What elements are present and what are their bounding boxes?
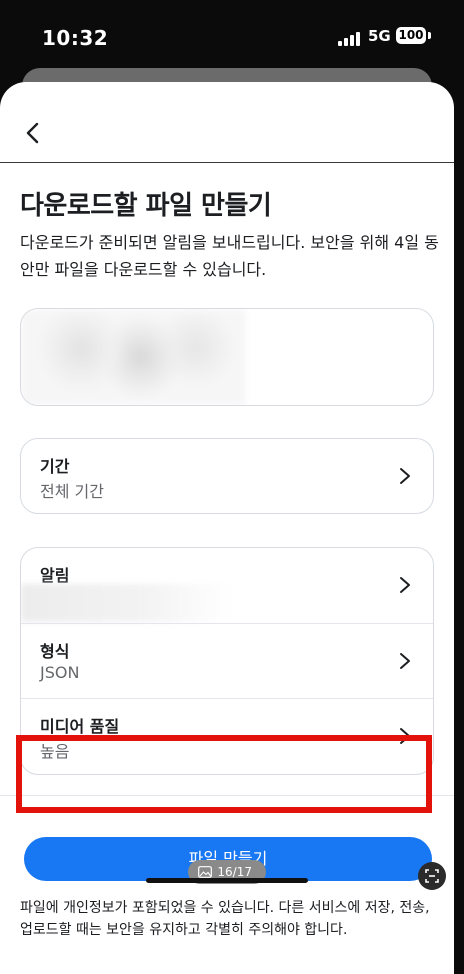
signal-icon (338, 30, 364, 46)
media-quality-label: 미디어 품질 (40, 717, 120, 736)
back-button[interactable] (20, 120, 46, 146)
network-type: 5G (368, 27, 391, 45)
highlight-annotation (16, 735, 432, 813)
account-card (20, 308, 434, 406)
image-icon (198, 866, 212, 878)
chevron-right-icon (400, 577, 410, 593)
period-row[interactable]: 기간 전체 기간 (21, 439, 433, 513)
redacted-notification-value (21, 584, 231, 622)
period-value: 전체 기간 (40, 482, 104, 501)
battery-tip (428, 32, 431, 39)
format-row[interactable]: 형식 JSON (21, 624, 433, 698)
battery-icon: 100 (396, 27, 426, 44)
home-indicator[interactable] (146, 878, 308, 883)
page-indicator-text: 16/17 (217, 865, 252, 879)
chevron-right-icon (400, 653, 410, 669)
redacted-account-info (21, 309, 246, 405)
privacy-notice: 파일에 개인정보가 포함되었을 수 있습니다. 다른 서비스에 저장, 전송, … (20, 900, 430, 938)
period-card: 기간 전체 기간 (20, 438, 434, 514)
notification-label: 알림 (40, 566, 70, 585)
header-divider (0, 162, 454, 163)
status-time: 10:32 (42, 26, 109, 50)
period-label: 기간 (40, 457, 70, 476)
lens-icon[interactable] (418, 862, 446, 890)
format-value: JSON (40, 663, 80, 682)
scan-icon (425, 869, 439, 883)
chevron-left-icon (26, 122, 39, 144)
notification-row[interactable]: 알림 (21, 548, 433, 622)
format-label: 형식 (40, 642, 70, 661)
page-description: 다운로드가 준비되면 알림을 보내드립니다. 보안을 위해 4일 동안만 파일을… (20, 233, 439, 279)
chevron-right-icon (400, 468, 410, 484)
page-title: 다운로드할 파일 만들기 (20, 191, 272, 221)
status-bar: 10:32 5G 100 (0, 0, 464, 72)
download-sheet: 다운로드할 파일 만들기 다운로드가 준비되면 알림을 보내드립니다. 보안을 … (0, 82, 454, 974)
